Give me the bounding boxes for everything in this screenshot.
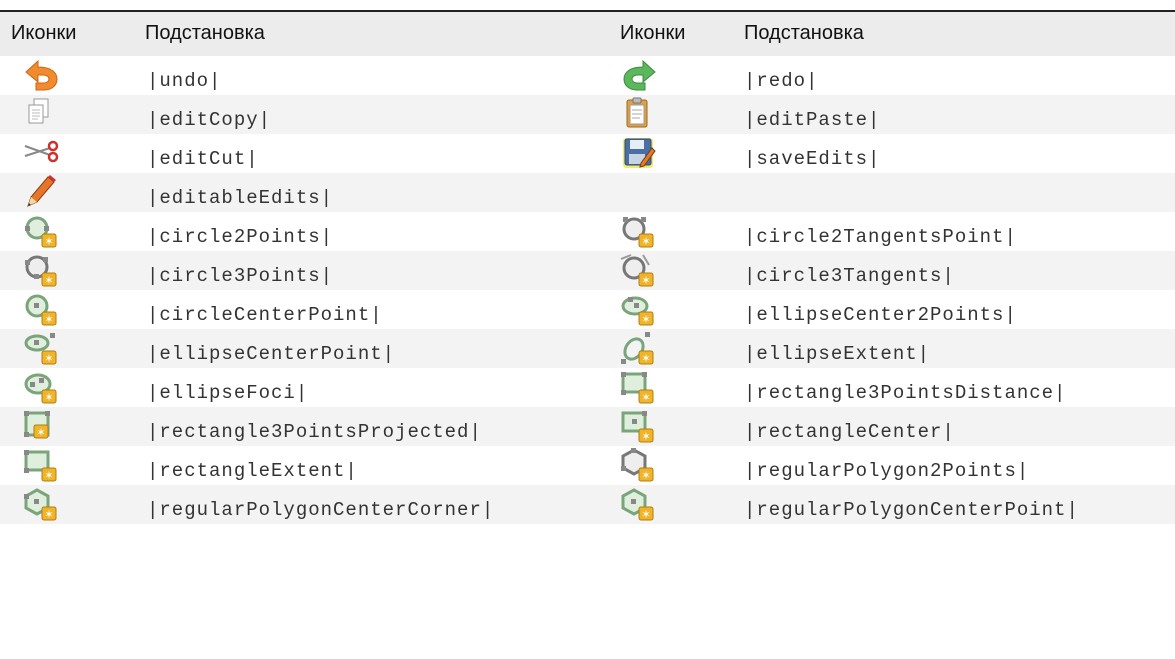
rectangle-center-icon: ✶ bbox=[619, 409, 659, 443]
pencil-icon bbox=[22, 175, 62, 209]
circle-2-tangents-point-icon: ✶ bbox=[619, 214, 659, 248]
svg-text:✶: ✶ bbox=[641, 235, 650, 248]
table-row: |editableEdits| bbox=[0, 173, 1175, 212]
save-floppy-edit-icon bbox=[619, 136, 659, 170]
substitution-ellipseFoci: |ellipseFoci| bbox=[147, 382, 309, 404]
substitution-regularPolygonCenterCorner: |regularPolygonCenterCorner| bbox=[147, 499, 495, 521]
svg-text:✶: ✶ bbox=[641, 430, 650, 443]
regular-polygon-center-point-icon: ✶ bbox=[619, 487, 659, 521]
svg-text:✶: ✶ bbox=[44, 508, 53, 521]
header-icons-right: Иконки bbox=[620, 22, 686, 44]
table-row: ✶ |circle3Points| ✶ |circle3Tangents| bbox=[0, 251, 1175, 290]
table-row: ✶ |ellipseFoci| ✶ |rectangle3PointsDista… bbox=[0, 368, 1175, 407]
substitution-rectangleCenter: |rectangleCenter| bbox=[744, 421, 955, 443]
svg-text:✶: ✶ bbox=[44, 235, 53, 248]
svg-text:✶: ✶ bbox=[641, 469, 650, 482]
substitution-redo: |redo| bbox=[744, 70, 819, 92]
header-substitution-right: Подстановка bbox=[744, 22, 864, 44]
table-row: |undo| |redo| bbox=[0, 56, 1175, 95]
svg-text:✶: ✶ bbox=[44, 274, 53, 287]
substitution-editCut: |editCut| bbox=[147, 148, 259, 170]
table-row: |editCopy| |editPaste| bbox=[0, 95, 1175, 134]
svg-text:✶: ✶ bbox=[44, 391, 53, 404]
substitution-rectangle3PointsDistance: |rectangle3PointsDistance| bbox=[744, 382, 1067, 404]
table-row: ✶ |rectangleExtent| ✶ |regularPolygon2Po… bbox=[0, 446, 1175, 485]
circle-2-points-icon: ✶ bbox=[22, 214, 62, 248]
substitution-editCopy: |editCopy| bbox=[147, 109, 272, 131]
circle-3-tangents-icon: ✶ bbox=[619, 253, 659, 287]
undo-arrow-icon bbox=[22, 58, 62, 92]
substitution-regularPolygonCenterPoint: |regularPolygonCenterPoint| bbox=[744, 499, 1079, 521]
regular-polygon-center-corner-icon: ✶ bbox=[22, 487, 62, 521]
circle-3-points-icon: ✶ bbox=[22, 253, 62, 287]
table-row: ✶ |rectangle3PointsProjected| ✶ |rectang… bbox=[0, 407, 1175, 446]
substitution-rectangle3PointsProjected: |rectangle3PointsProjected| bbox=[147, 421, 482, 443]
substitution-ellipseExtent: |ellipseExtent| bbox=[744, 343, 931, 365]
svg-text:✶: ✶ bbox=[44, 352, 53, 365]
scissors-icon bbox=[22, 136, 62, 170]
redo-arrow-icon bbox=[619, 58, 659, 92]
svg-text:✶: ✶ bbox=[641, 391, 650, 404]
substitution-circleCenterPoint: |circleCenterPoint| bbox=[147, 304, 383, 326]
paste-clipboard-icon bbox=[619, 97, 659, 131]
table-row: |editCut| |saveEdits| bbox=[0, 134, 1175, 173]
svg-text:✶: ✶ bbox=[641, 313, 650, 326]
svg-text:✶: ✶ bbox=[44, 313, 53, 326]
regular-polygon-2-points-icon: ✶ bbox=[619, 448, 659, 482]
substitution-ellipseCenterPoint: |ellipseCenterPoint| bbox=[147, 343, 396, 365]
substitution-regularPolygon2Points: |regularPolygon2Points| bbox=[744, 460, 1030, 482]
svg-text:✶: ✶ bbox=[36, 426, 45, 439]
substitution-editPaste: |editPaste| bbox=[744, 109, 881, 131]
svg-text:✶: ✶ bbox=[641, 274, 650, 287]
substitution-circle3Tangents: |circle3Tangents| bbox=[744, 265, 955, 287]
table-header: Иконки Подстановка Иконки Подстановка bbox=[0, 12, 1175, 56]
substitution-circle2Points: |circle2Points| bbox=[147, 226, 334, 248]
table-row: ✶ |regularPolygonCenterCorner| ✶ |regula… bbox=[0, 485, 1175, 524]
header-substitution-left: Подстановка bbox=[145, 22, 265, 44]
svg-text:✶: ✶ bbox=[44, 469, 53, 482]
svg-text:✶: ✶ bbox=[641, 508, 650, 521]
substitution-circle2TangentsPoint: |circle2TangentsPoint| bbox=[744, 226, 1017, 248]
rectangle-extent-icon: ✶ bbox=[22, 448, 62, 482]
table-row: ✶ |circle2Points| ✶ |circle2TangentsPoin… bbox=[0, 212, 1175, 251]
ellipse-extent-icon: ✶ bbox=[619, 331, 659, 365]
substitution-editableEdits: |editableEdits| bbox=[147, 187, 334, 209]
substitution-circle3Points: |circle3Points| bbox=[147, 265, 334, 287]
ellipse-center-2-points-icon: ✶ bbox=[619, 292, 659, 326]
rectangle-3-points-distance-icon: ✶ bbox=[619, 370, 659, 404]
substitution-undo: |undo| bbox=[147, 70, 222, 92]
substitution-saveEdits: |saveEdits| bbox=[744, 148, 881, 170]
substitution-ellipseCenter2Points: |ellipseCenter2Points| bbox=[744, 304, 1017, 326]
circle-center-point-icon: ✶ bbox=[22, 292, 62, 326]
copy-document-icon bbox=[22, 97, 62, 131]
svg-text:✶: ✶ bbox=[641, 352, 650, 365]
substitution-rectangleExtent: |rectangleExtent| bbox=[147, 460, 358, 482]
ellipse-center-point-icon: ✶ bbox=[22, 331, 62, 365]
table-row: ✶ |ellipseCenterPoint| ✶ |ellipseExtent| bbox=[0, 329, 1175, 368]
rectangle-3-points-projected-icon: ✶ bbox=[22, 409, 62, 443]
header-icons-left: Иконки bbox=[11, 22, 77, 44]
ellipse-foci-icon: ✶ bbox=[22, 370, 62, 404]
table-row: ✶ |circleCenterPoint| ✶ |ellipseCenter2P… bbox=[0, 290, 1175, 329]
